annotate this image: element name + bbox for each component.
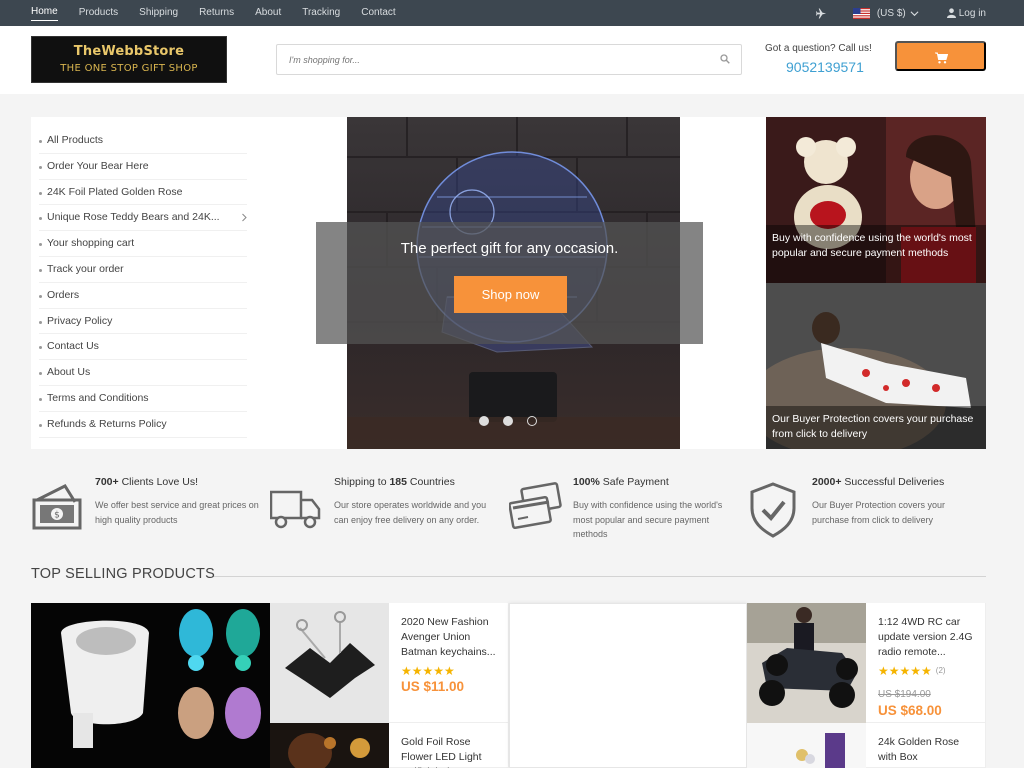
shopping-cart-icon xyxy=(935,52,948,64)
banner-buyer-protection[interactable]: Our Buyer Protection covers your purchas… xyxy=(766,283,986,449)
site-header: TheWebbStore THE ONE STOP GIFT SHOP Got … xyxy=(0,26,1024,94)
nav-shipping[interactable]: Shipping xyxy=(139,0,178,26)
product-image[interactable] xyxy=(747,723,866,768)
banner-caption: Our Buyer Protection covers your purchas… xyxy=(766,406,986,449)
category-item[interactable]: Refunds & Returns Policy xyxy=(39,412,247,438)
category-item[interactable]: Track your order xyxy=(39,257,247,283)
product-image[interactable] xyxy=(270,603,389,723)
currency-selector[interactable]: (US $) xyxy=(877,8,906,19)
product-price: US $68.00 xyxy=(878,703,942,718)
nav-products[interactable]: Products xyxy=(79,0,118,26)
slider-dots xyxy=(479,416,551,426)
product-card-featured[interactable] xyxy=(31,603,270,768)
nav-home[interactable]: Home xyxy=(31,5,58,21)
store-logo[interactable]: TheWebbStore THE ONE STOP GIFT SHOP xyxy=(31,36,227,83)
login-link[interactable]: Log in xyxy=(959,8,986,19)
top-nav-bar: Home Products Shipping Returns About Tra… xyxy=(0,0,1024,26)
us-flag-icon[interactable] xyxy=(852,7,870,19)
search-input[interactable] xyxy=(277,45,707,74)
banner-secure-payment[interactable]: Buy with confidence using the world's mo… xyxy=(766,117,986,283)
feature-description: Our Buyer Protection covers your purchas… xyxy=(812,500,946,525)
category-item[interactable]: Terms and Conditions xyxy=(39,386,247,412)
chevron-right-icon xyxy=(242,214,247,222)
slider-dot[interactable] xyxy=(503,416,513,426)
category-item[interactable]: Contact Us xyxy=(39,334,247,361)
nav-tracking[interactable]: Tracking xyxy=(302,0,340,26)
credit-card-icon xyxy=(509,482,562,530)
feature-title: 100% Safe Payment xyxy=(573,476,669,488)
category-item[interactable]: All Products xyxy=(39,128,247,154)
category-item[interactable]: Your shopping cart xyxy=(39,231,247,257)
product-card[interactable]: 24k Golden Rose with Box xyxy=(747,723,986,768)
section-title: TOP SELLING PRODUCTS xyxy=(31,566,215,582)
gold-rose-photo xyxy=(270,723,389,768)
logo-subtitle: THE ONE STOP GIFT SHOP xyxy=(60,63,198,74)
search-icon[interactable] xyxy=(720,54,730,64)
product-name[interactable]: 24k Golden Rose with Box xyxy=(878,735,980,768)
product-card[interactable]: 2020 New Fashion Avenger Union Batman ke… xyxy=(270,603,509,723)
featured-product-image xyxy=(31,603,270,768)
category-item[interactable]: 24K Foil Plated Golden Rose xyxy=(39,180,247,206)
feature-deliveries: 2000+ Successful Deliveries Our Buyer Pr… xyxy=(748,474,987,544)
banner-caption: Buy with confidence using the world's mo… xyxy=(766,225,986,283)
category-item[interactable]: Privacy Policy xyxy=(39,309,247,335)
product-old-price: US $194.00 xyxy=(878,689,931,700)
section-divider xyxy=(214,576,986,577)
shield-check-icon xyxy=(750,482,796,538)
batman-keychain-photo xyxy=(270,603,389,723)
product-image[interactable] xyxy=(747,603,866,723)
golden-rose-box-photo xyxy=(747,723,866,768)
product-name[interactable]: 2020 New Fashion Avenger Union Batman ke… xyxy=(401,615,503,660)
rc-car-photo xyxy=(747,603,866,723)
feature-description: Buy with confidence using the world's mo… xyxy=(573,500,723,539)
feature-shipping: Shipping to 185 Countries Our store oper… xyxy=(270,474,509,544)
nav-about[interactable]: About xyxy=(255,0,281,26)
top-nav-right: (US $) Log in xyxy=(815,0,986,26)
category-sidebar: All Products Order Your Bear Here 24K Fo… xyxy=(31,117,347,449)
category-item[interactable]: About Us xyxy=(39,360,247,386)
slider-dot[interactable] xyxy=(479,416,489,426)
slider-dot-active[interactable] xyxy=(527,416,537,426)
category-label: Unique Rose Teddy Bears and 24K... xyxy=(47,211,220,224)
support-question: Got a question? Call us! xyxy=(765,43,872,54)
shop-now-button[interactable]: Shop now xyxy=(454,276,567,313)
feature-title: 2000+ Successful Deliveries xyxy=(812,476,945,488)
category-item[interactable]: Order Your Bear Here xyxy=(39,154,247,180)
feature-clients: $ 700+ Clients Love Us! We offer best se… xyxy=(31,474,270,544)
product-card[interactable]: 1:12 4WD RC car update version 2.4G radi… xyxy=(747,603,986,723)
main-nav: Home Products Shipping Returns About Tra… xyxy=(31,0,417,26)
feature-title: Shipping to 185 Countries xyxy=(334,476,455,488)
product-price: US $11.00 xyxy=(401,679,465,694)
support-phone[interactable]: 9052139571 xyxy=(786,59,864,75)
product-name[interactable]: Gold Foil Rose Flower LED Light Artifici… xyxy=(401,735,503,768)
product-image[interactable] xyxy=(270,723,389,768)
feature-description: We offer best service and great prices o… xyxy=(95,500,259,525)
product-card-placeholder xyxy=(509,603,747,768)
category-item-with-submenu[interactable]: Unique Rose Teddy Bears and 24K... xyxy=(39,205,247,232)
review-count: (2) xyxy=(935,666,946,675)
svg-text:$: $ xyxy=(54,511,60,521)
truck-icon xyxy=(270,490,321,529)
user-icon xyxy=(946,8,956,18)
chevron-down-icon[interactable] xyxy=(910,9,919,18)
feature-payment: 100% Safe Payment Buy with confidence us… xyxy=(509,474,748,544)
category-item[interactable]: Orders xyxy=(39,283,247,309)
hero-tagline: The perfect gift for any occasion. xyxy=(400,240,619,257)
rating-stars: ★★★★★ (2) xyxy=(878,664,946,678)
feature-title: 700+ Clients Love Us! xyxy=(95,476,199,488)
product-name[interactable]: 1:12 4WD RC car update version 2.4G radi… xyxy=(878,615,980,660)
category-list: All Products Order Your Bear Here 24K Fo… xyxy=(31,117,347,438)
rating-stars: ★★★★★ xyxy=(401,664,455,678)
plane-icon[interactable] xyxy=(815,7,827,19)
nav-returns[interactable]: Returns xyxy=(199,0,234,26)
cart-button[interactable] xyxy=(895,41,986,71)
search-box xyxy=(276,44,742,75)
feature-description: Our store operates worldwide and you can… xyxy=(334,500,487,525)
hero-overlay: The perfect gift for any occasion. Shop … xyxy=(316,222,703,344)
money-icon: $ xyxy=(32,484,82,530)
product-card[interactable]: Gold Foil Rose Flower LED Light Artifici… xyxy=(270,723,509,768)
logo-title: TheWebbStore xyxy=(73,44,185,59)
nav-contact[interactable]: Contact xyxy=(361,0,395,26)
